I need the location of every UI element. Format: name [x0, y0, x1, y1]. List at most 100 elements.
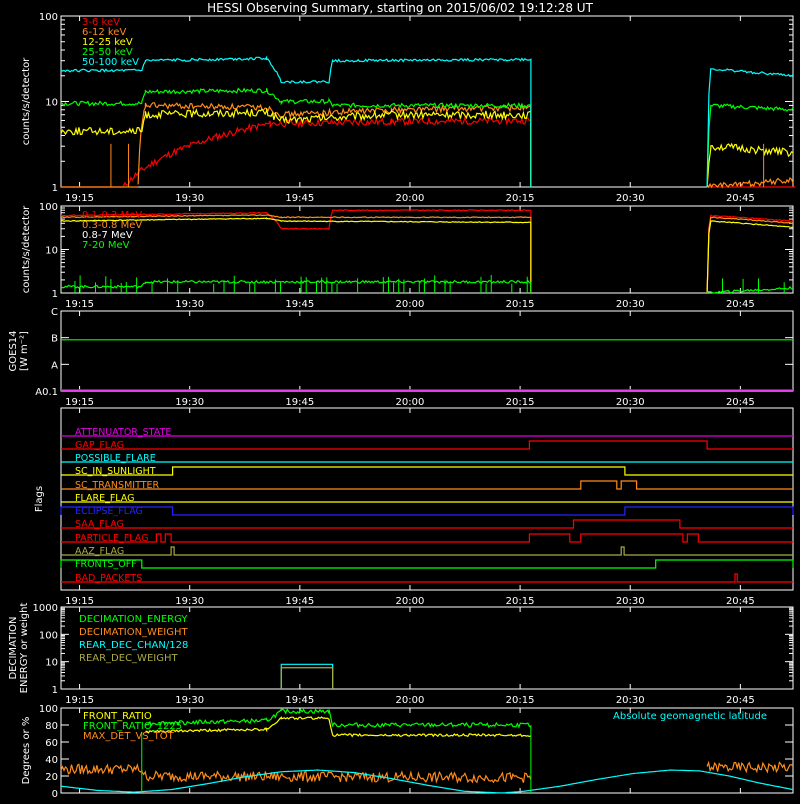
x-tick-label: 20:30 [616, 596, 645, 607]
p1-series-1-segment-1 [137, 102, 532, 187]
x-tick-label: 20:00 [396, 299, 425, 310]
p2-series-2-segment-1 [706, 220, 794, 293]
flag-label: POSSIBLE_FLARE [75, 453, 156, 464]
flag-line-4 [61, 480, 793, 490]
x-tick-label: 19:15 [65, 695, 94, 706]
y-tick-label: 1 [52, 183, 58, 194]
y-tick-label: 10 [45, 246, 58, 257]
y-tick-label: 40 [45, 755, 58, 766]
flag-label: PARTICLE_FLAG [75, 533, 148, 544]
p1-series-4-segment-1 [706, 68, 794, 187]
p2-series-3-segment-0 [60, 279, 532, 293]
y-tick-label: 80 [45, 721, 58, 732]
panel-1-frame [60, 15, 794, 188]
flag-line-7 [61, 519, 793, 529]
x-tick-label: 20:00 [396, 596, 425, 607]
y-axis-label: Flags [34, 486, 45, 512]
y-tick-label: 1 [52, 685, 58, 696]
p1-series-0-segment-1 [122, 115, 532, 187]
y-tick-label: A [51, 360, 58, 371]
flag-label: SC_IN_SUNLIGHT [75, 466, 156, 477]
x-tick-label: 19:15 [65, 193, 94, 204]
p6-series-1-segment-0 [145, 707, 532, 729]
x-tick-label: 20:30 [616, 397, 645, 408]
legend-entry: REAR_DEC_WEIGHT [79, 653, 178, 664]
x-tick-label: 20:00 [396, 397, 425, 408]
y-tick-label: 10 [45, 658, 58, 669]
x-tick-label: 20:30 [616, 299, 645, 310]
x-tick-label: 19:45 [285, 299, 314, 310]
legend-entry-right: Absolute geomagnetic latitude [613, 711, 767, 722]
y-tick-label: 100 [39, 12, 58, 23]
flag-label: ECLIPSE_FLAG [75, 506, 143, 517]
y-axis-label: Degrees or % [21, 717, 32, 785]
x-tick-label: 19:45 [285, 193, 314, 204]
p6-series-2-segment-0 [60, 762, 532, 784]
y-tick-label: 100 [39, 630, 58, 641]
x-tick-label: 20:45 [726, 695, 755, 706]
x-tick-label: 20:00 [396, 695, 425, 706]
x-tick-label: 19:45 [285, 397, 314, 408]
flag-line-1 [61, 440, 793, 450]
y-axis-label: GOES14 [8, 330, 19, 371]
flag-label: FLARE_FLAG [75, 493, 135, 504]
p5-series-3 [280, 667, 334, 689]
x-tick-label: 19:30 [175, 299, 204, 310]
summary-plot: HESSI Observing Summary, starting on 201… [0, 0, 800, 800]
legend-entry: DECIMATION_ENERGY [79, 614, 188, 625]
x-tick-label: 20:30 [616, 695, 645, 706]
p1-series-1-segment-2 [706, 176, 794, 189]
y-axis-label: counts/s/detector [21, 205, 32, 293]
x-tick-label: 20:45 [726, 193, 755, 204]
y-axis-label-2: ENERGY or weight [19, 603, 30, 694]
x-tick-label: 19:15 [65, 397, 94, 408]
y-tick-label: 100 [39, 202, 58, 213]
x-tick-label: 20:45 [726, 397, 755, 408]
legend-entry: MAX_DET_VS_TOT [83, 731, 175, 742]
x-tick-label: 19:30 [175, 193, 204, 204]
y-axis-label: DECIMATION [8, 616, 19, 679]
summary-plot-svg: HESSI Observing Summary, starting on 201… [8, 1, 796, 800]
y-tick-label: 1 [52, 289, 58, 300]
y-tick-label: 1000 [33, 603, 58, 614]
y-tick-label: 20 [45, 772, 58, 783]
y-tick-label: 60 [45, 738, 58, 749]
legend-entry: 50-100 keV [82, 57, 139, 68]
p6-series-3-segment-0 [60, 769, 794, 794]
x-tick-label: 19:45 [285, 695, 314, 706]
legend-entry: REAR_DEC_CHAN/128 [79, 640, 188, 651]
p1-series-3-segment-0 [60, 87, 532, 187]
y-tick-label: 100 [39, 704, 58, 715]
p6-series-2-segment-1 [706, 760, 794, 774]
flag-label: ATTENUATOR_STATE [75, 427, 171, 438]
x-tick-label: 20:15 [506, 596, 535, 607]
p2-series-1-segment-1 [706, 216, 794, 294]
chart-title: HESSI Observing Summary, starting on 201… [207, 1, 593, 15]
legend-entry: DECIMATION_WEIGHT [79, 627, 188, 638]
flag-line-10 [60, 559, 794, 569]
p2-series-3-segment-1 [706, 285, 794, 294]
y-tick-label: 10 [45, 98, 58, 109]
x-tick-label: 19:15 [65, 299, 94, 310]
y-tick-label: A0.1 [35, 387, 58, 398]
x-tick-label: 19:30 [175, 596, 204, 607]
x-tick-label: 20:45 [726, 596, 755, 607]
y-axis-label-units: [W m⁻²] [19, 331, 30, 371]
x-tick-label: 20:00 [396, 193, 425, 204]
x-tick-label: 19:30 [175, 695, 204, 706]
flag-line-6 [60, 506, 794, 516]
flag-label: GAP_FLAG [75, 440, 124, 451]
x-tick-label: 20:15 [506, 397, 535, 408]
legend-entry: 7-20 MeV [82, 240, 130, 251]
flag-label: FRONTS_OFF [75, 559, 137, 570]
x-tick-label: 20:30 [616, 193, 645, 204]
flag-line-9 [61, 546, 793, 556]
flag-line-3 [61, 466, 793, 476]
flag-label: SAA_FLAG [75, 519, 124, 530]
p2-series-0-segment-1 [706, 214, 794, 294]
y-tick-label: C [51, 307, 58, 318]
x-tick-label: 20:15 [506, 193, 535, 204]
x-tick-label: 20:45 [726, 299, 755, 310]
flag-label: SC_TRANSMITTER [75, 480, 160, 491]
x-tick-label: 19:30 [175, 397, 204, 408]
